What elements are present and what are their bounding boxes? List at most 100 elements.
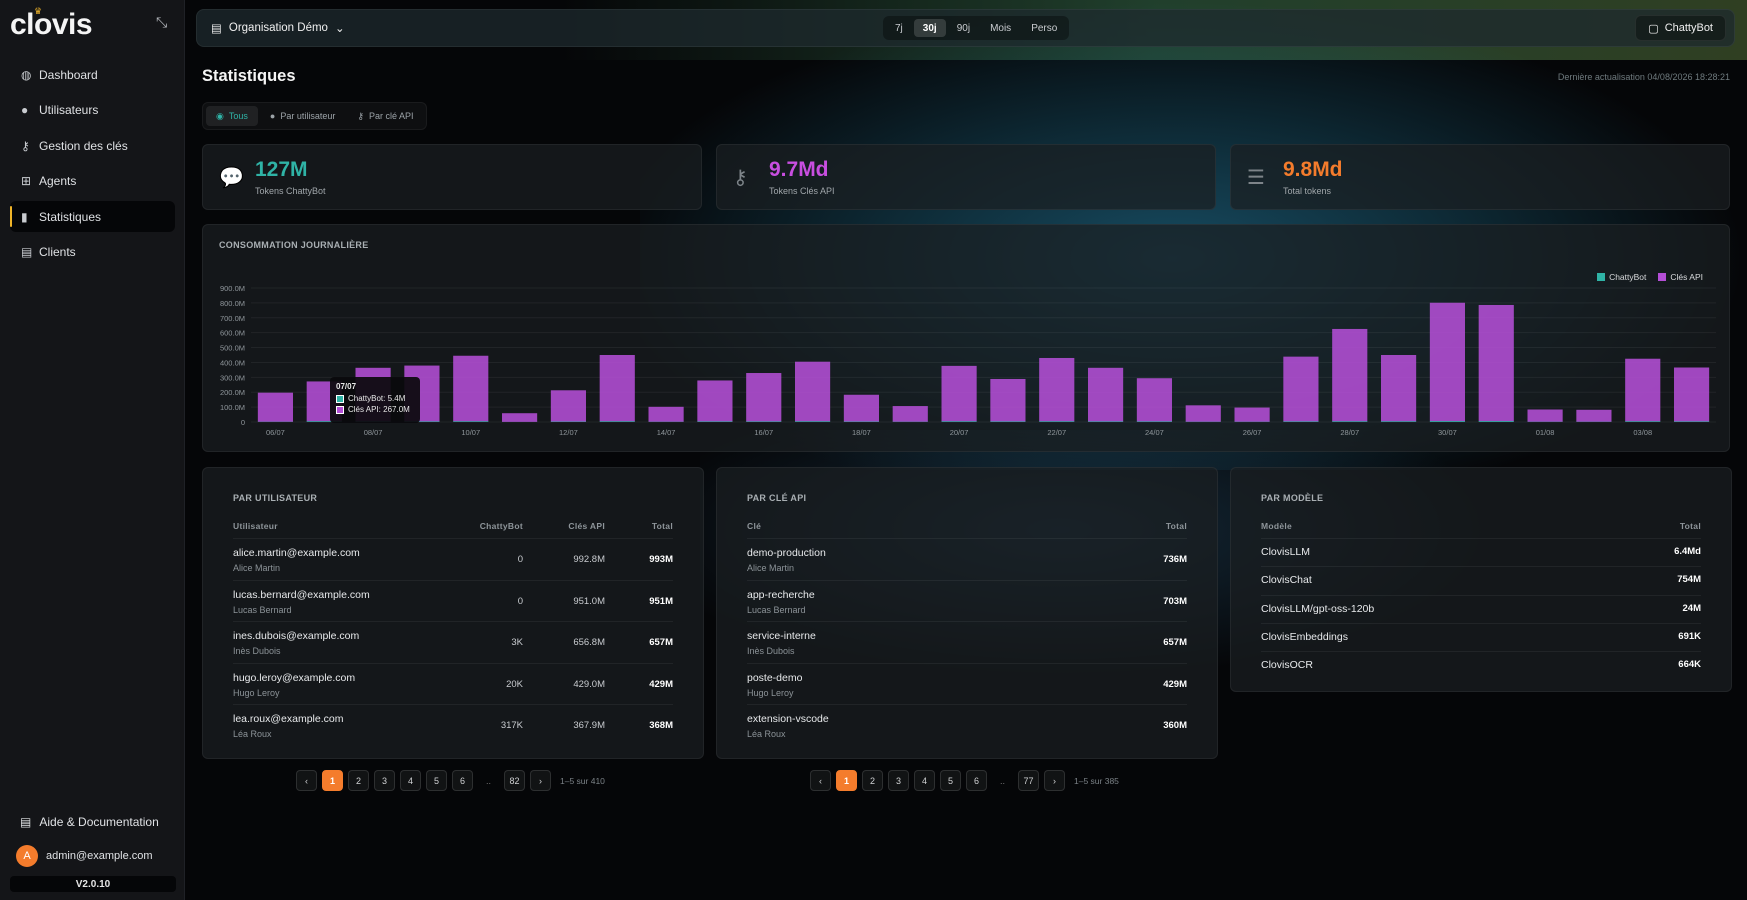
period-mois[interactable]: Mois	[981, 19, 1020, 37]
bar-chattybot[interactable]	[1381, 421, 1417, 422]
bar-chattybot[interactable]	[941, 421, 977, 422]
col-header[interactable]: Utilisateur	[233, 521, 278, 531]
bar-api[interactable]	[1576, 409, 1612, 422]
period-perso[interactable]: Perso	[1022, 19, 1066, 37]
page-button[interactable]: 3	[374, 770, 395, 791]
prev-page-button[interactable]: ‹	[810, 770, 831, 791]
bar-api[interactable]	[990, 378, 1026, 422]
organisation-selector[interactable]: ▤ Organisation Démo ⌄	[211, 21, 345, 35]
page-button[interactable]: 82	[504, 770, 525, 791]
bar-api[interactable]	[697, 380, 733, 422]
page-button[interactable]: 4	[400, 770, 421, 791]
table-row[interactable]: poste-demo Hugo Leroy 429M	[747, 662, 1187, 704]
bar-api[interactable]	[1674, 367, 1710, 422]
page-button[interactable]: 77	[1018, 770, 1039, 791]
table-row[interactable]: service-interne Inès Dubois 657M	[747, 621, 1187, 662]
table-row[interactable]: extension-vscode Léa Roux 360M	[747, 704, 1187, 745]
bar-chattybot[interactable]	[990, 421, 1026, 422]
bar-api[interactable]	[1234, 407, 1270, 422]
bar-api[interactable]	[795, 361, 831, 422]
bar-api[interactable]	[1625, 358, 1661, 422]
bar-chattybot[interactable]	[1674, 421, 1710, 422]
bar-chattybot[interactable]	[1478, 421, 1514, 422]
col-header[interactable]: Clés API	[568, 521, 605, 531]
bar-chattybot[interactable]	[1332, 421, 1368, 422]
page-button[interactable]: 6	[966, 770, 987, 791]
bar-api[interactable]	[1332, 328, 1368, 422]
bar-api[interactable]	[1185, 405, 1221, 422]
bar-chattybot[interactable]	[1136, 421, 1172, 422]
page-button[interactable]: 5	[940, 770, 961, 791]
prev-page-button[interactable]: ‹	[296, 770, 317, 791]
bar-api[interactable]	[599, 355, 635, 422]
sidebar-item-gestion-cles[interactable]: ⚷ Gestion des clés	[10, 130, 175, 161]
bar-api[interactable]	[257, 392, 293, 422]
col-header[interactable]: Total	[1680, 521, 1701, 531]
tab-par-cle-api[interactable]: ⚷ Par clé API	[347, 106, 423, 126]
chattybot-button[interactable]: ▢ ChattyBot	[1635, 15, 1726, 41]
page-button[interactable]: 2	[348, 770, 369, 791]
bar-chattybot[interactable]	[795, 421, 831, 422]
page-button[interactable]: 4	[914, 770, 935, 791]
page-button[interactable]: 1	[836, 770, 857, 791]
table-row[interactable]: lea.roux@example.com Léa Roux 317K 367.9M 36…	[233, 704, 673, 745]
bar-api[interactable]	[746, 373, 782, 422]
table-row[interactable]: hugo.leroy@example.com Hugo Leroy 20K 429.0…	[233, 662, 673, 704]
col-header[interactable]: Modèle	[1261, 521, 1292, 531]
bar-api[interactable]	[550, 390, 586, 422]
bar-chattybot[interactable]	[453, 421, 489, 422]
page-button[interactable]: 3	[888, 770, 909, 791]
bar-chattybot[interactable]	[1625, 421, 1661, 422]
col-header[interactable]: Total	[652, 521, 673, 531]
next-page-button[interactable]: ›	[530, 770, 551, 791]
table-row[interactable]: demo-production Alice Martin 736M	[747, 538, 1187, 579]
logo[interactable]: ♛ clovis	[10, 6, 93, 42]
help-link[interactable]: ▤ Aide & Documentation	[20, 815, 159, 829]
bar-api[interactable]	[1429, 302, 1465, 422]
bar-chattybot[interactable]	[1429, 421, 1465, 422]
bar-api[interactable]	[1136, 378, 1172, 422]
bar-api[interactable]	[1088, 367, 1124, 422]
period-90j[interactable]: 90j	[948, 19, 979, 37]
tab-par-utilisateur[interactable]: ● Par utilisateur	[260, 106, 345, 126]
table-row[interactable]: ines.dubois@example.com Inès Dubois 3K 656.…	[233, 621, 673, 662]
table-row[interactable]: ClovisLLM 6.4Md	[1261, 538, 1701, 566]
bar-chattybot[interactable]	[1283, 421, 1319, 422]
bar-api[interactable]	[892, 406, 928, 422]
bar-api[interactable]	[1381, 355, 1417, 422]
bar-api[interactable]	[648, 406, 684, 422]
tab-tous[interactable]: ◉ Tous	[206, 106, 258, 126]
user-menu[interactable]: A admin@example.com	[16, 845, 153, 867]
page-button[interactable]: 2	[862, 770, 883, 791]
bar-chattybot[interactable]	[1039, 421, 1075, 422]
table-row[interactable]: app-recherche Lucas Bernard 703M	[747, 579, 1187, 621]
bar-chart[interactable]: 0 100.0M 200.0M 300.0M 400.0M 500.0M 600.0M 700…	[203, 225, 1731, 453]
table-row[interactable]: ClovisOCR 664K	[1261, 651, 1701, 679]
period-30j[interactable]: 30j	[913, 19, 946, 37]
page-button[interactable]: 1	[322, 770, 343, 791]
bar-api[interactable]	[941, 365, 977, 422]
page-button[interactable]: 6	[452, 770, 473, 791]
sidebar-item-statistiques[interactable]: ▮ Statistiques	[10, 201, 175, 232]
collapse-sidebar-icon[interactable]: ⤡	[156, 14, 167, 31]
sidebar-item-clients[interactable]: ▤ Clients	[10, 237, 175, 268]
next-page-button[interactable]: ›	[1044, 770, 1065, 791]
table-row[interactable]: ClovisChat 754M	[1261, 566, 1701, 594]
bar-chattybot[interactable]	[599, 421, 635, 422]
bar-chattybot[interactable]	[746, 421, 782, 422]
bar-api[interactable]	[1283, 356, 1319, 422]
table-row[interactable]: lucas.bernard@example.com Lucas Bernard 0 9…	[233, 579, 673, 621]
col-header[interactable]: Clé	[747, 521, 761, 531]
bar-api[interactable]	[843, 394, 879, 422]
bar-api[interactable]	[502, 413, 538, 422]
bar-chattybot[interactable]	[1088, 421, 1124, 422]
page-button[interactable]: 5	[426, 770, 447, 791]
sidebar-item-agents[interactable]: ⊞ Agents	[10, 166, 175, 197]
col-header[interactable]: Total	[1166, 521, 1187, 531]
bar-api[interactable]	[1478, 304, 1514, 422]
table-row[interactable]: alice.martin@example.com Alice Martin 0 992…	[233, 538, 673, 579]
period-7j[interactable]: 7j	[886, 19, 912, 37]
table-row[interactable]: ClovisEmbeddings 691K	[1261, 622, 1701, 651]
sidebar-item-dashboard[interactable]: ◍ Dashboard	[10, 59, 175, 90]
sidebar-item-utilisateurs[interactable]: ● Utilisateurs	[10, 95, 175, 126]
